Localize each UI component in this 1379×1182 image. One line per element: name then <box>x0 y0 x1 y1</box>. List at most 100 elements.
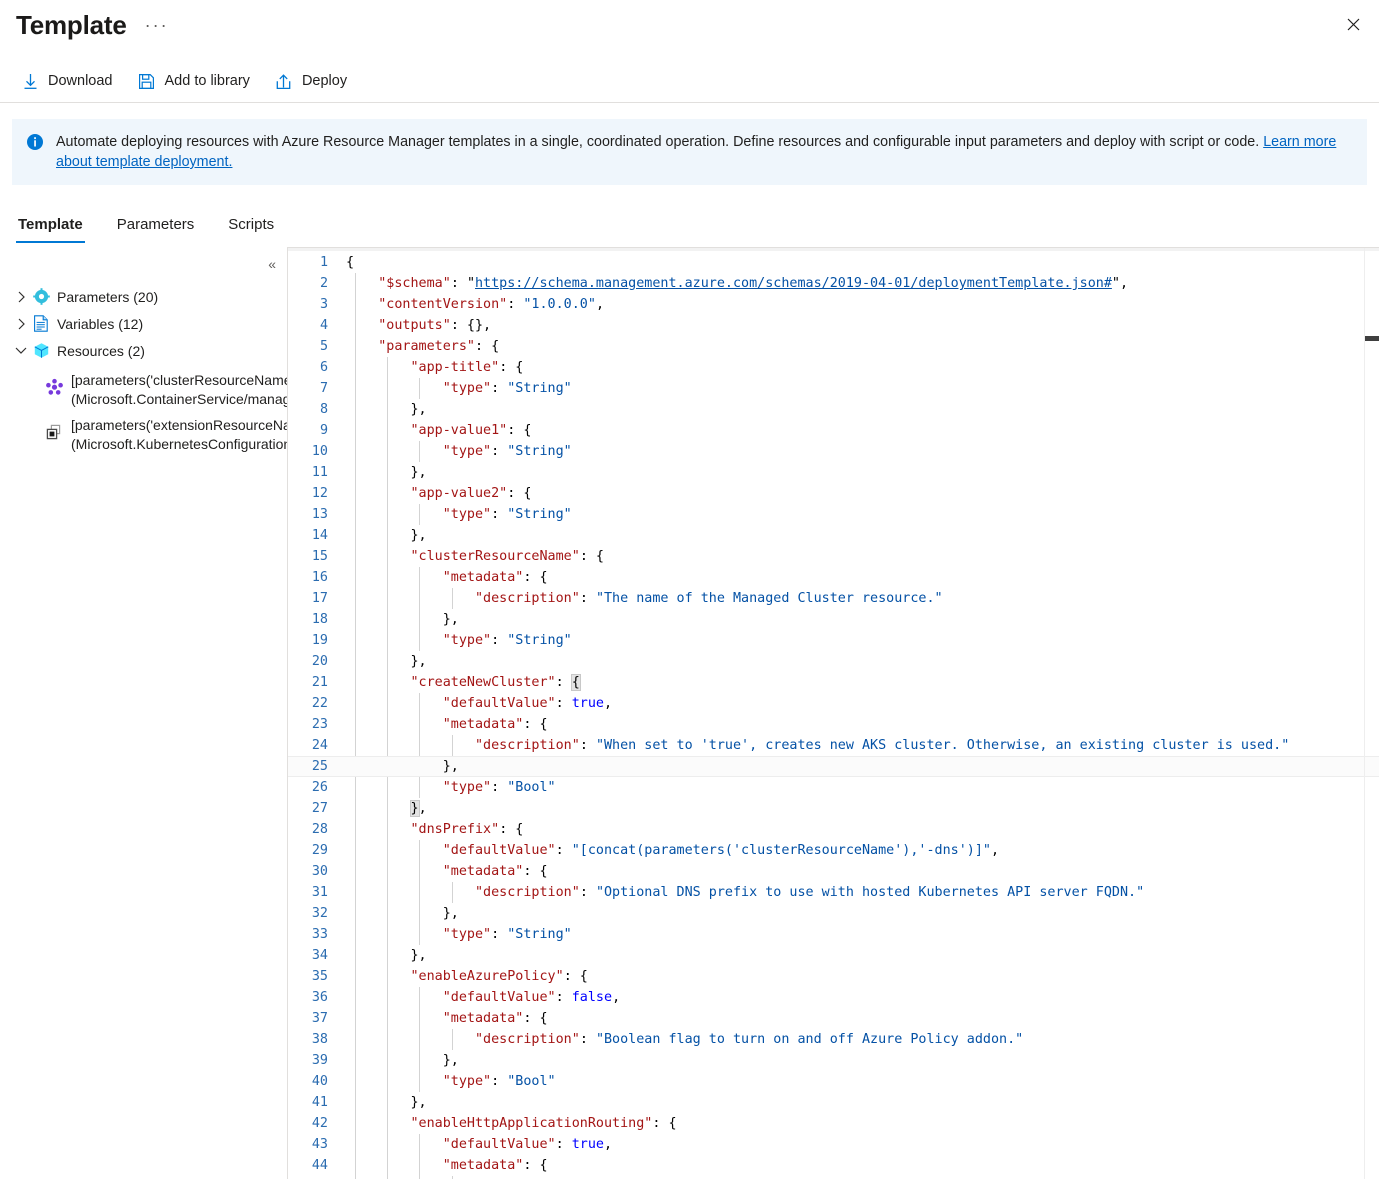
code-line[interactable]: 36 "defaultValue": false, <box>288 987 1379 1008</box>
code-line[interactable]: 25 }, <box>288 756 1379 777</box>
code-line[interactable]: 16 "metadata": { <box>288 567 1379 588</box>
code-line[interactable]: 11 }, <box>288 462 1379 483</box>
tree-leaf-extension[interactable]: [parameters('extensionResourceName')] (M… <box>0 416 287 454</box>
tree-leaf-managed-cluster[interactable]: [parameters('clusterResourceName')] (Mic… <box>0 371 287 409</box>
code-line[interactable]: 14 }, <box>288 525 1379 546</box>
code-line[interactable]: 10 "type": "String" <box>288 441 1379 462</box>
code-line[interactable]: 7 "type": "String" <box>288 378 1379 399</box>
tab-list: Template Parameters Scripts <box>0 203 1379 243</box>
deploy-button[interactable]: Deploy <box>270 65 357 97</box>
code-line[interactable]: 3 "contentVersion": "1.0.0.0", <box>288 294 1379 315</box>
code-line[interactable]: 23 "metadata": { <box>288 714 1379 735</box>
add-to-library-label: Add to library <box>165 73 250 89</box>
token-punct: , <box>419 801 427 816</box>
close-icon <box>1347 18 1360 31</box>
code-line[interactable]: 6 "app-title": { <box>288 357 1379 378</box>
token-key: "$schema" <box>378 276 451 291</box>
tab-template[interactable]: Template <box>16 215 85 243</box>
code-line[interactable]: 40 "type": "Bool" <box>288 1071 1379 1092</box>
code-line[interactable]: 45 "description": "Boolean flag to turn … <box>288 1176 1379 1179</box>
token-key: "type" <box>443 633 491 648</box>
code-line[interactable]: 22 "defaultValue": true, <box>288 693 1379 714</box>
token-punct: , <box>1120 276 1128 291</box>
code-text: }, <box>336 462 427 483</box>
code-line[interactable]: 21 "createNewCluster": { <box>288 672 1379 693</box>
editor-lines[interactable]: 1{2 "$schema": "https://schema.managemen… <box>288 248 1379 1179</box>
add-to-library-button[interactable]: Add to library <box>133 65 260 97</box>
code-line[interactable]: 32 }, <box>288 903 1379 924</box>
leaf-line-2: (Microsoft.KubernetesConfiguration/exten… <box>71 435 287 454</box>
more-options-button[interactable]: ··· <box>145 8 169 42</box>
code-line[interactable]: 1{ <box>288 252 1379 273</box>
code-line[interactable]: 8 }, <box>288 399 1379 420</box>
token-brace: { <box>572 675 580 690</box>
token-punct: , <box>991 843 999 858</box>
code-text: }, <box>336 757 459 776</box>
code-line[interactable]: 9 "app-value1": { <box>288 420 1379 441</box>
line-number: 38 <box>288 1029 336 1050</box>
code-line[interactable]: 13 "type": "String" <box>288 504 1379 525</box>
code-line[interactable]: 20 }, <box>288 651 1379 672</box>
line-number: 4 <box>288 315 336 336</box>
code-line[interactable]: 35 "enableAzurePolicy": { <box>288 966 1379 987</box>
token-punct: }, <box>411 654 427 669</box>
code-line[interactable]: 5 "parameters": { <box>288 336 1379 357</box>
code-line[interactable]: 24 "description": "When set to 'true', c… <box>288 735 1379 756</box>
code-line[interactable]: 41 }, <box>288 1092 1379 1113</box>
code-line[interactable]: 18 }, <box>288 609 1379 630</box>
code-line[interactable]: 26 "type": "Bool" <box>288 777 1379 798</box>
upload-deploy-icon <box>274 71 294 91</box>
close-button[interactable] <box>1339 10 1367 38</box>
tree-node-resources-label: Resources (2) <box>57 342 145 360</box>
line-number: 30 <box>288 861 336 882</box>
token-punct: : { <box>475 339 499 354</box>
tab-scripts[interactable]: Scripts <box>226 215 276 243</box>
token-key: "outputs" <box>378 318 451 333</box>
line-number: 34 <box>288 945 336 966</box>
download-button[interactable]: Download <box>16 65 123 97</box>
chevron-down-icon[interactable] <box>14 346 28 355</box>
chevron-right-icon[interactable] <box>14 318 28 330</box>
code-line[interactable]: 15 "clusterResourceName": { <box>288 546 1379 567</box>
collapse-panel-button[interactable]: « <box>268 257 275 271</box>
editor-vertical-scrollbar[interactable] <box>1364 248 1379 1179</box>
code-line[interactable]: 4 "outputs": {}, <box>288 315 1379 336</box>
code-line[interactable]: 2 "$schema": "https://schema.management.… <box>288 273 1379 294</box>
tree-node-resources[interactable]: Resources (2) <box>0 337 287 364</box>
document-icon <box>32 315 50 333</box>
token-punct: : <box>580 591 596 606</box>
code-line[interactable]: 31 "description": "Optional DNS prefix t… <box>288 882 1379 903</box>
code-text: "dnsPrefix": { <box>336 819 523 840</box>
code-text: "app-title": { <box>336 357 523 378</box>
code-line[interactable]: 17 "description": "The name of the Manag… <box>288 588 1379 609</box>
code-line[interactable]: 19 "type": "String" <box>288 630 1379 651</box>
code-line[interactable]: 27 }, <box>288 798 1379 819</box>
token-link[interactable]: https://schema.management.azure.com/sche… <box>475 276 1112 291</box>
code-line[interactable]: 30 "metadata": { <box>288 861 1379 882</box>
code-line[interactable]: 38 "description": "Boolean flag to turn … <box>288 1029 1379 1050</box>
code-line[interactable]: 44 "metadata": { <box>288 1155 1379 1176</box>
chevron-right-icon[interactable] <box>14 291 28 303</box>
code-text: }, <box>336 399 427 420</box>
code-line[interactable]: 39 }, <box>288 1050 1379 1071</box>
template-code-editor[interactable]: 1{2 "$schema": "https://schema.managemen… <box>287 247 1379 1179</box>
code-line[interactable]: 12 "app-value2": { <box>288 483 1379 504</box>
tab-parameters[interactable]: Parameters <box>115 215 197 243</box>
download-label: Download <box>48 73 113 89</box>
code-line[interactable]: 33 "type": "String" <box>288 924 1379 945</box>
code-text: "type": "String" <box>336 630 572 651</box>
code-line[interactable]: 28 "dnsPrefix": { <box>288 819 1379 840</box>
line-number: 12 <box>288 483 336 504</box>
line-number: 33 <box>288 924 336 945</box>
tree-node-variables[interactable]: Variables (12) <box>0 310 287 337</box>
tree-leaf-extension-text: [parameters('extensionResourceName')] (M… <box>71 416 287 454</box>
tree-node-parameters[interactable]: Parameters (20) <box>0 283 287 310</box>
code-line[interactable]: 43 "defaultValue": true, <box>288 1134 1379 1155</box>
code-line[interactable]: 29 "defaultValue": "[concat(parameters('… <box>288 840 1379 861</box>
token-punct: }, <box>443 759 459 774</box>
code-text: "metadata": { <box>336 714 548 735</box>
code-line[interactable]: 42 "enableHttpApplicationRouting": { <box>288 1113 1379 1134</box>
line-number: 41 <box>288 1092 336 1113</box>
code-line[interactable]: 34 }, <box>288 945 1379 966</box>
code-line[interactable]: 37 "metadata": { <box>288 1008 1379 1029</box>
